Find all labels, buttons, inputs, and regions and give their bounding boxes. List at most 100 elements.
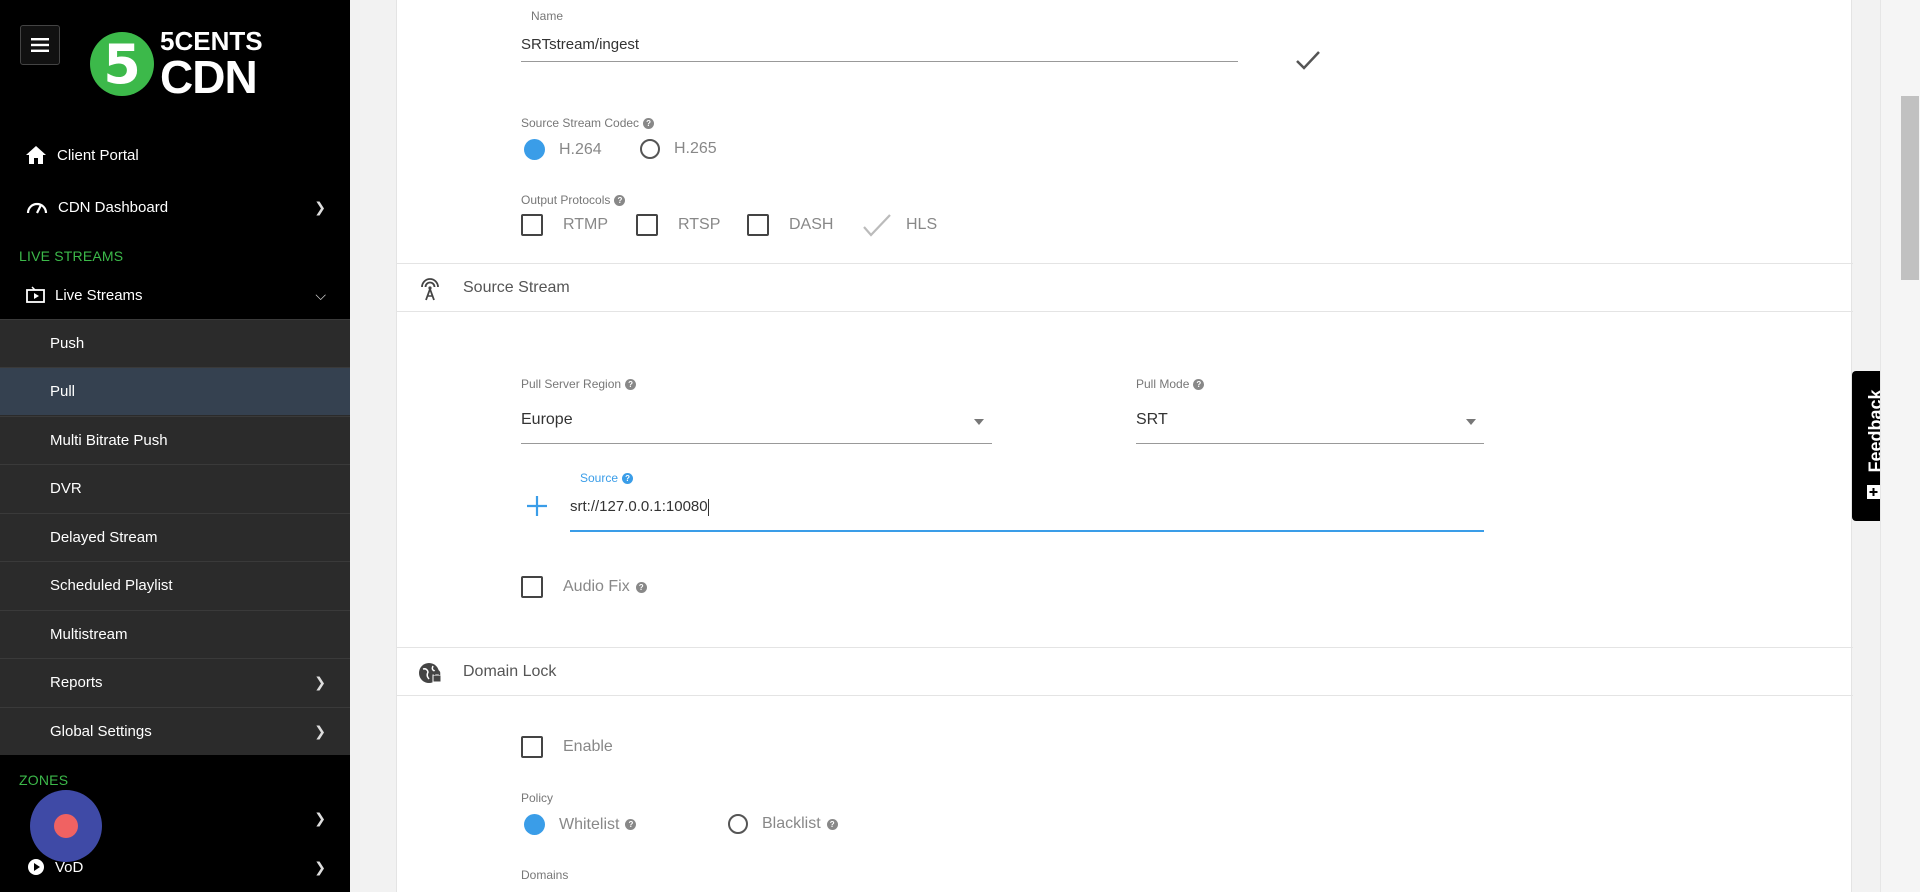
- codec-radio-h265[interactable]: H.265: [640, 139, 717, 159]
- source-label: Source ?: [580, 471, 634, 485]
- pull-region-select[interactable]: Europe: [521, 411, 992, 444]
- submenu-item-multistream[interactable]: Multistream: [0, 610, 350, 658]
- chevron-right-icon: ❯: [314, 198, 326, 215]
- codec-label-text: Source Stream Codec: [521, 116, 640, 130]
- submenu-item-label: Multi Bitrate Push: [50, 432, 168, 449]
- menu-toggle-button[interactable]: [20, 25, 60, 65]
- policy-label-text: Policy: [521, 791, 554, 805]
- page-scrollbar[interactable]: [1880, 0, 1920, 892]
- pull-mode-value: SRT: [1136, 411, 1168, 428]
- codec-radio-h264[interactable]: H.264: [524, 139, 602, 160]
- source-input[interactable]: srt://127.0.0.1:10080: [570, 498, 1484, 532]
- submenu-item-label: Delayed Stream: [50, 529, 158, 546]
- pull-region-label: Pull Server Region ?: [521, 377, 637, 391]
- checkbox-box: [636, 214, 658, 236]
- chevron-down-icon: ⌵: [315, 286, 326, 303]
- home-icon: [25, 144, 47, 166]
- sidebar: 5 5CENTS CDN Client Portal CDN Dashboard…: [0, 0, 350, 892]
- pull-region-label-text: Pull Server Region: [521, 377, 622, 391]
- codec-label: Source Stream Codec ?: [521, 116, 655, 130]
- radio-unselected-indicator: [728, 814, 748, 834]
- submenu-item-label: Scheduled Playlist: [50, 577, 173, 594]
- checkbox-box: [747, 214, 769, 236]
- submenu-item-pull[interactable]: Pull: [0, 367, 350, 415]
- add-source-button[interactable]: [526, 495, 548, 522]
- submenu-item-global-settings[interactable]: Global Settings ❯: [0, 707, 350, 755]
- radio-selected-indicator: [524, 814, 545, 835]
- name-input[interactable]: SRTstream/ingest: [521, 36, 1238, 62]
- scrollbar-thumb[interactable]: [1901, 96, 1919, 280]
- help-icon[interactable]: ?: [635, 581, 647, 593]
- help-icon[interactable]: ?: [826, 818, 838, 830]
- submenu-item-dvr[interactable]: DVR: [0, 464, 350, 512]
- help-icon[interactable]: ?: [625, 378, 637, 390]
- pull-mode-select[interactable]: SRT: [1136, 411, 1484, 444]
- policy-option-label: Whitelist: [559, 815, 620, 833]
- checkbox-box: [521, 576, 543, 598]
- source-stream-title: Source Stream: [463, 278, 570, 296]
- output-option-label: DASH: [789, 216, 834, 233]
- output-protocols-label: Output Protocols ?: [521, 193, 626, 207]
- checkbox-box: [521, 736, 543, 758]
- domains-label-text: Domains: [521, 868, 569, 882]
- help-icon[interactable]: ?: [614, 194, 626, 206]
- domain-lock-enable-checkbox[interactable]: Enable: [521, 736, 613, 758]
- nav-client-portal[interactable]: Client Portal: [0, 143, 350, 167]
- main-content: Name SRTstream/ingest Source Stream Code…: [350, 0, 1880, 892]
- output-checkbox-rtmp[interactable]: RTMP: [521, 214, 608, 236]
- nav-live-streams[interactable]: Live Streams ⌵: [0, 283, 350, 307]
- stream-form-card: Name SRTstream/ingest Source Stream Code…: [396, 0, 1853, 892]
- domain-lock-title: Domain Lock: [463, 662, 557, 680]
- chevron-right-icon: ❯: [314, 858, 326, 875]
- globe-lock-icon: [417, 660, 443, 691]
- chevron-right-icon: ❯: [314, 674, 326, 690]
- output-checkbox-dash[interactable]: DASH: [747, 214, 833, 236]
- policy-option-label: Blacklist: [762, 815, 821, 832]
- policy-radio-blacklist[interactable]: Blacklist ?: [728, 814, 838, 834]
- output-checkbox-hls[interactable]: HLS: [862, 212, 937, 238]
- play-circle-icon: [25, 856, 47, 878]
- source-input-value: srt://127.0.0.1:10080: [570, 498, 708, 515]
- submenu-item-label: Pull: [50, 383, 76, 400]
- record-dot-icon: [54, 814, 78, 838]
- chevron-right-icon: ❯: [314, 809, 326, 826]
- speedometer-icon: [26, 196, 48, 218]
- output-option-label: RTMP: [563, 216, 609, 233]
- live-streams-submenu: Push Pull Multi Bitrate Push DVR Delayed…: [0, 319, 350, 755]
- help-icon[interactable]: ?: [1193, 378, 1205, 390]
- radio-selected-indicator: [524, 139, 545, 160]
- nav-client-portal-label: Client Portal: [57, 146, 139, 164]
- section-title-live-streams: LIVE STREAMS: [19, 248, 124, 264]
- logo-digit: 5: [90, 32, 154, 96]
- live-stream-icon: [25, 284, 47, 306]
- confirm-name-button[interactable]: [1295, 49, 1321, 76]
- codec-option-label: H.264: [559, 140, 602, 158]
- chevron-right-icon: ❯: [314, 723, 326, 739]
- submenu-item-reports[interactable]: Reports ❯: [0, 658, 350, 706]
- submenu-item-multi-bitrate-push[interactable]: Multi Bitrate Push: [0, 416, 350, 464]
- submenu-item-scheduled-playlist[interactable]: Scheduled Playlist: [0, 561, 350, 609]
- dropdown-caret-icon: [974, 419, 984, 425]
- help-icon[interactable]: ?: [625, 819, 637, 830]
- hamburger-icon: [31, 38, 49, 52]
- submenu-item-delayed-stream[interactable]: Delayed Stream: [0, 513, 350, 561]
- name-label: Name: [531, 9, 563, 23]
- policy-radio-whitelist[interactable]: Whitelist ?: [524, 814, 637, 835]
- codec-option-label: H.265: [674, 140, 717, 157]
- plus-icon: [527, 496, 547, 516]
- checkmark-icon: [863, 214, 891, 237]
- source-stream-section-header: Source Stream: [397, 263, 1853, 312]
- section-title-zones: ZONES: [19, 772, 69, 788]
- submenu-item-push[interactable]: Push: [0, 319, 350, 367]
- record-button[interactable]: [30, 790, 102, 862]
- output-protocols-label-text: Output Protocols: [521, 193, 611, 207]
- nav-cdn-dashboard[interactable]: CDN Dashboard ❯: [0, 195, 350, 219]
- enable-label: Enable: [563, 738, 613, 755]
- submenu-item-label: Reports: [50, 674, 103, 691]
- help-icon[interactable]: ?: [622, 472, 634, 484]
- help-icon[interactable]: ?: [643, 117, 655, 129]
- output-checkbox-rtsp[interactable]: RTSP: [636, 214, 720, 236]
- dropdown-caret-icon: [1466, 419, 1476, 425]
- source-label-text: Source: [580, 471, 619, 485]
- audio-fix-checkbox[interactable]: Audio Fix ?: [521, 576, 647, 598]
